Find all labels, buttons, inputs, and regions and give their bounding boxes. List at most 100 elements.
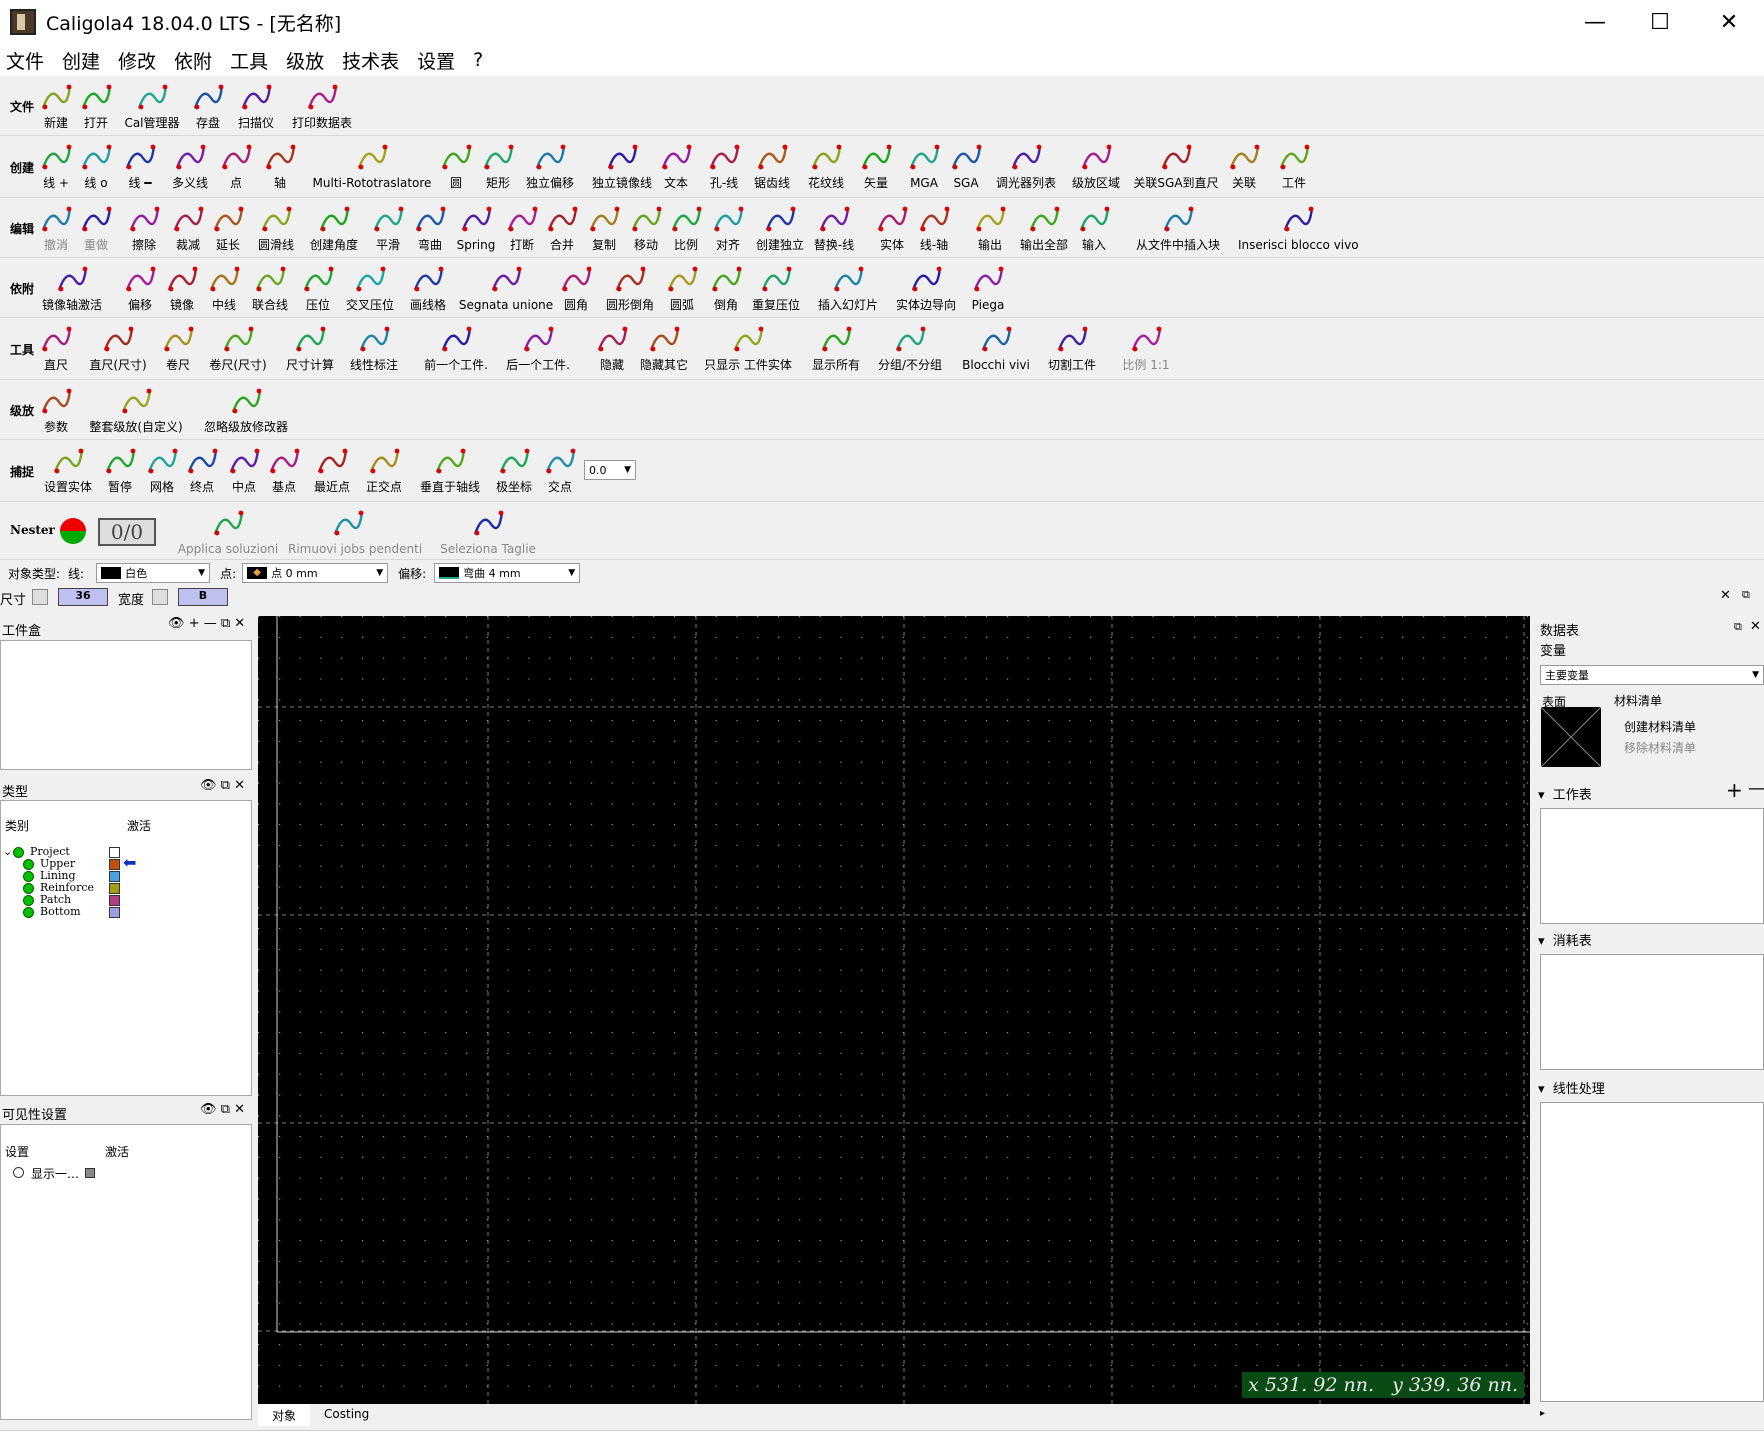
menu-tools[interactable]: 工具 [230, 47, 268, 74]
tool-icon [331, 506, 365, 540]
type-item[interactable]: Bottom [23, 905, 81, 918]
tool-button-edit-24[interactable]: Inserisci blocco vivo [1238, 202, 1359, 252]
menu-create[interactable]: 创建 [62, 47, 100, 74]
menu-file[interactable]: 文件 [6, 47, 44, 74]
drawing-canvas[interactable]: x 531. 92 nn. y 339. 36 nn. [258, 616, 1530, 1404]
tool-label: 从文件中插入块 [1135, 238, 1220, 252]
status-dot-icon [23, 906, 34, 918]
tool-icon [39, 384, 73, 418]
float-icon[interactable]: ⧉ [1734, 620, 1742, 634]
float-icon[interactable]: ⧉ [221, 778, 230, 793]
create-bom-link[interactable]: 创建材料清单 [1624, 718, 1696, 735]
tool-button-nester-0[interactable]: Applica soluzioni [168, 506, 288, 556]
tool-icon [357, 322, 391, 356]
float-icon[interactable]: ⧉ [1742, 588, 1750, 602]
expand-icon[interactable]: ▸ [1540, 1408, 1545, 1419]
coordinate-readout: x 531. 92 nn. y 339. 36 nn. [1242, 1372, 1524, 1398]
point-combo[interactable]: ◆ 点 0 mm ▼ [242, 563, 389, 583]
tool-icon [1161, 202, 1195, 236]
tool-button-file-5[interactable]: 打印数据表 [262, 80, 382, 130]
add-icon[interactable]: + [1726, 778, 1743, 802]
close-icon[interactable]: ✕ [1720, 588, 1731, 603]
datasheet-title: 数据表 [1540, 624, 1580, 639]
visibility-checkbox[interactable] [85, 1168, 95, 1178]
tool-button-grade-1[interactable]: 整套级放(自定义) [76, 384, 196, 434]
line-combo[interactable]: 白色 ▼ [96, 563, 211, 583]
linear-header[interactable]: ▾ 线性处理 [1538, 1078, 1605, 1097]
tool-button-nester-2[interactable]: Seleziona Taglie [428, 506, 548, 556]
variant-combo[interactable]: 主要变量 ▼ [1540, 665, 1764, 685]
menu-settings[interactable]: 设置 [417, 47, 455, 74]
close-icon[interactable]: ✕ [234, 778, 245, 793]
chevron-down-icon[interactable]: ⌄ [3, 845, 12, 858]
float-icon[interactable]: ⧉ [221, 616, 230, 631]
tab-costing[interactable]: Costing [310, 1404, 383, 1426]
menu-techsheet[interactable]: 技术表 [342, 47, 399, 74]
tool-icon [893, 322, 927, 356]
chevron-down-icon: ▼ [624, 465, 631, 475]
types-panel: 类别 激活 Project Upper Lining Reinforce Patch Bo… [0, 800, 252, 1096]
remove-bom-link[interactable]: 移除材料清单 [1624, 739, 1696, 756]
visibility-col-active: 激活 [105, 1145, 130, 1159]
bom-label: 材料清单 [1614, 694, 1663, 708]
offset-swatch [439, 567, 460, 579]
toolbar-row-snap: 捕捉 设置实体 暂停 网格 终点 中点 基点 最近点 正交点 垂直于轴线 极坐标 交点 0.0 ▼ [0, 440, 1764, 502]
tool-icon [1077, 202, 1111, 236]
menu-help[interactable]: ? [473, 49, 483, 71]
tab-objects[interactable]: 对象 [258, 1404, 311, 1426]
tool-button-tools-15[interactable]: 比例 1:1 [1086, 322, 1206, 372]
tool-button-attach-16[interactable]: Piega [928, 262, 1048, 312]
type-color-swatch[interactable] [109, 859, 120, 870]
tool-icon [521, 322, 555, 356]
snap-value-combo[interactable]: 0.0 ▼ [584, 460, 636, 480]
linear-box [1540, 1102, 1764, 1402]
offset-combo[interactable]: 弯曲 4 mm ▼ [434, 563, 581, 583]
eye-icon[interactable]: 👁 [200, 1102, 217, 1117]
width-pick-icon[interactable] [152, 589, 168, 605]
type-color-swatch[interactable] [109, 907, 120, 918]
menu-bar: 文件 创建 修改 依附 工具 级放 技术表 设置 ? [0, 44, 1764, 76]
line-label: 线: [68, 566, 85, 581]
close-button[interactable]: ✕ [1694, 0, 1764, 44]
worktable-header[interactable]: ▾ 工作表 [1538, 784, 1592, 803]
tool-label: Seleziona Taglie [440, 542, 536, 556]
minus-icon[interactable]: — [1748, 778, 1764, 799]
size-pick-icon[interactable] [32, 589, 48, 605]
tool-label: 交点 [547, 480, 572, 494]
tool-button-nester-1[interactable]: Rimuovi jobs pendenti [288, 506, 423, 556]
tool-icon [229, 384, 263, 418]
width-value[interactable]: B [178, 588, 228, 606]
chevron-down-icon: ▾ [1538, 934, 1545, 949]
tool-icon [119, 384, 153, 418]
maximize-button[interactable]: ☐ [1625, 0, 1695, 44]
tool-label: 工件 [1281, 176, 1306, 190]
menu-modify[interactable]: 修改 [118, 47, 156, 74]
coord-y: y 339. 36 nn. [1392, 1374, 1518, 1396]
close-icon[interactable]: ✕ [234, 1102, 245, 1117]
type-color-swatch[interactable] [109, 871, 120, 882]
line-value: 白色 [125, 567, 148, 580]
minus-icon[interactable]: — [204, 616, 217, 631]
tool-button-create-22[interactable]: 工件 [1234, 140, 1354, 190]
tool-button-grade-2[interactable]: 忽略级放修改器 [186, 384, 306, 434]
tool-icon [1055, 322, 1089, 356]
consumables-header[interactable]: ▾ 消耗表 [1538, 930, 1592, 949]
eye-icon[interactable]: 👁 [200, 778, 217, 793]
tool-icon [731, 322, 765, 356]
menu-attach[interactable]: 依附 [174, 47, 212, 74]
type-color-swatch[interactable] [109, 895, 120, 906]
type-color-swatch[interactable] [109, 847, 120, 858]
float-icon[interactable]: ⧉ [221, 1102, 230, 1117]
close-icon[interactable]: ✕ [234, 616, 245, 631]
size-value[interactable]: 36 [58, 588, 108, 606]
add-icon[interactable]: + [189, 616, 200, 631]
type-color-swatch[interactable] [109, 883, 120, 894]
visibility-panel: 设置 激活 显示一… [0, 1124, 252, 1420]
tool-label: Rimuovi jobs pendenti [288, 542, 423, 556]
radio-icon[interactable] [13, 1167, 24, 1178]
eye-icon[interactable]: 👁 [168, 616, 185, 631]
close-icon[interactable]: ✕ [1750, 619, 1761, 634]
menu-grade[interactable]: 级放 [286, 47, 324, 74]
tool-button-edit-23[interactable]: 从文件中插入块 [1118, 202, 1238, 252]
minimize-button[interactable]: — [1560, 0, 1630, 44]
